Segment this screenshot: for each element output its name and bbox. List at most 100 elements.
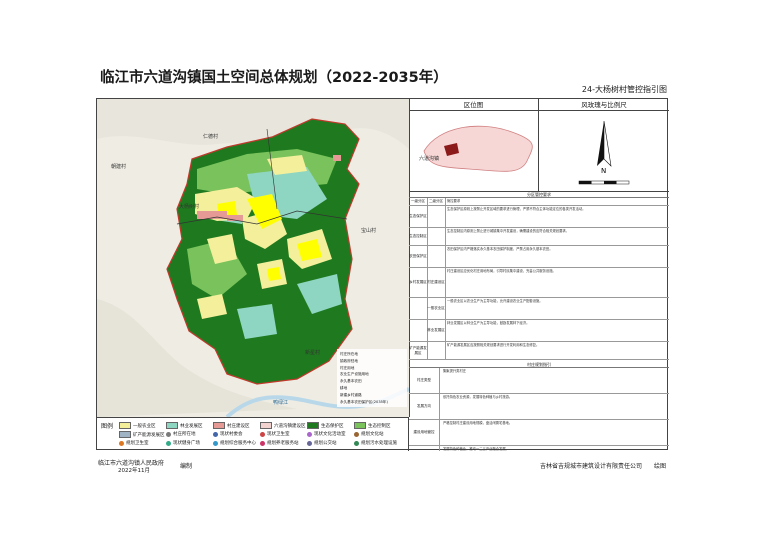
legend-swatch xyxy=(119,422,131,429)
legend-item: 规划综合服务中心 xyxy=(213,440,256,446)
legend-label: 规划养老服务站 xyxy=(267,441,299,446)
inset-legend: 村庄所在地 镇政府驻地 村庄用地 农业生产设施用地 永久基本农田 耕地 新建乡村… xyxy=(340,351,406,405)
legend-item: 现状文化活动室 xyxy=(307,431,346,437)
table-cell-text: 村庄建设区应优化村庄用地布局，引导村民集中建设，完善公共服务设施。 xyxy=(447,269,556,273)
table-cell-item: 产业发展 xyxy=(409,446,440,451)
main-map[interactable]: 仁德村 朝建村 大杨树村 宝山村 新星村 鸭绿江 村庄所在地 镇政府驻地 村庄用… xyxy=(97,99,410,417)
legend-swatch xyxy=(307,422,319,429)
legend-swatch xyxy=(213,431,218,437)
label-xinqiao: 新星村 xyxy=(305,350,321,356)
table-row: 生态保护区 生态保护区原则上按禁止开发区域的要求进行管理，严禁不符合主体功能定位的… xyxy=(409,206,669,228)
page-title: 临江市六道沟镇国土空间总体规划（2022-2035年） xyxy=(100,70,448,86)
label-dongjian: 朝建村 xyxy=(111,164,127,170)
legend-label: 现状卫生室 xyxy=(267,432,290,437)
table-cell-zone: 农田保护区 xyxy=(409,246,428,267)
inset-legend-item: 农业生产设施用地 xyxy=(340,372,369,377)
location-town-label: 六道沟镇 xyxy=(419,156,440,162)
table-cell-text: 发展特色种植业，推动一二三产业融合发展。 xyxy=(443,447,509,451)
table-cell-subzone: 二级分区 xyxy=(427,198,446,205)
legend-swatch xyxy=(354,431,359,437)
legend-item: 村庄建设区 xyxy=(213,422,250,429)
inset-legend-item: 永久基本农田保护区(2035年) xyxy=(340,399,388,404)
legend-swatch xyxy=(119,440,124,446)
legend-label: 规划文化站 xyxy=(361,432,384,437)
table-row: 村庄类型 集聚提升类村庄 xyxy=(409,368,669,394)
table-cell-subzone xyxy=(427,206,446,227)
table-cell-text: 依托特色农业资源，发展特色种植与乡村旅游。 xyxy=(443,395,513,399)
legend-label: 规划污水处理设施 xyxy=(361,441,397,446)
footer-draw: 绘图 xyxy=(654,463,667,470)
table-cell-text: 管控要求 xyxy=(447,199,461,203)
map-frame: 仁德村 朝建村 大杨树村 宝山村 新星村 鸭绿江 村庄所在地 镇政府驻地 村庄用… xyxy=(96,98,669,451)
table-row: 建设用地管控 严格控制村庄建设用地规模，盘活闲置宅基地。 xyxy=(409,420,669,446)
legend-label: 六道沟镇建设区 xyxy=(274,423,306,429)
table-row: 产业发展发展特色种植业，推动一二三产业融合发展。 xyxy=(409,446,669,451)
inset-legend-item: 村庄所在地 xyxy=(340,352,358,356)
table-cell-subzone: 村庄建设区 xyxy=(427,268,446,297)
legend-label: 村庄所在地 xyxy=(173,432,196,437)
table-row: 矿产能源发展区 矿产能源发展区应按照相关规划要求进行开发利用和生态修复。 xyxy=(409,342,669,360)
sheet-title: 24-大杨树村管控指引图 xyxy=(581,85,667,94)
legend-swatch xyxy=(307,431,312,437)
legend-item: 一般农业区 xyxy=(119,422,156,429)
table-cell-subzone xyxy=(427,228,446,245)
legend-label: 现状健身广场 xyxy=(173,441,200,446)
legend-swatch xyxy=(119,431,131,438)
location-map-title: 区位图 xyxy=(409,99,539,111)
footer-date: 2022年11月 xyxy=(118,468,150,474)
legend-swatch xyxy=(307,440,312,446)
legend-title: 图例 xyxy=(101,423,114,430)
inset-legend-item: 永久基本农田 xyxy=(340,379,362,384)
legend-swatch xyxy=(166,431,171,437)
legend-swatch xyxy=(260,440,265,446)
wind-rose: N xyxy=(539,111,669,191)
inset-legend-item: 镇政府驻地 xyxy=(340,358,358,363)
legend-label: 一般农业区 xyxy=(133,423,156,429)
table-cell-text: 林业发展区以林业生产为主导功能，鼓励发展林下经济。 xyxy=(447,321,530,325)
location-map-graphic xyxy=(423,125,533,172)
legend-label: 生态保护区 xyxy=(321,423,344,429)
table-cell-item: 建设用地管控 xyxy=(409,420,440,445)
label-dayangshu: 大杨树村 xyxy=(179,204,200,210)
footer-compile: 编制 xyxy=(180,463,193,470)
label-renhe: 仁德村 xyxy=(203,134,219,140)
legend-label: 林业发展区 xyxy=(180,423,203,429)
table-row: 生态控制区 生态控制区内原则上禁止进行城镇集中开发建设，确需建设的应符合相关规划要… xyxy=(409,228,669,246)
legend-label: 规划公交站 xyxy=(314,441,337,446)
legend-label: 规划综合服务中心 xyxy=(220,441,256,446)
table-cell-zone xyxy=(409,320,428,341)
table-cell-subzone: 林业发展区 xyxy=(427,320,446,341)
table-cell-item: 发展方向 xyxy=(409,394,440,419)
legend-swatch xyxy=(354,440,359,446)
table-cell-zone: 一级分区 xyxy=(409,198,428,205)
table-cell-zone: 乡村发展区 xyxy=(409,268,428,297)
legend-label: 村庄建设区 xyxy=(227,423,250,429)
legend-item: 现状卫生室 xyxy=(260,431,290,437)
table-cell-text: 一般农业区以农业生产为主导功能，允许建设农业生产配套设施。 xyxy=(447,299,543,303)
svg-text:N: N xyxy=(601,167,606,175)
table-cell-zone: 生态控制区 xyxy=(409,228,428,245)
legend-label: 生态控制区 xyxy=(368,423,391,429)
table-cell-zone: 生态保护区 xyxy=(409,206,428,227)
legend-item: 现状健身广场 xyxy=(166,440,200,446)
legend-swatch xyxy=(213,422,225,429)
table-cell-subzone: 一般农业区 xyxy=(427,298,446,319)
table-cell-text: 集聚提升类村庄 xyxy=(443,369,467,373)
legend-item: 现状村委会 xyxy=(213,431,243,437)
legend-label: 规划卫生室 xyxy=(126,441,149,446)
table-cell-item: 村庄类型 xyxy=(409,368,440,393)
legend-item: 规划污水处理设施 xyxy=(354,440,397,446)
table-row: 发展方向 依托特色农业资源，发展特色种植与乡村旅游。 xyxy=(409,394,669,420)
location-map: 六道沟镇 xyxy=(409,111,539,191)
control-table: 分区管控要求 一级分区 二级分区 管控要求 生态保护区 生态保护区原则上按禁止开发区域的… xyxy=(409,191,669,451)
legend-item: 规划卫生室 xyxy=(119,440,149,446)
legend-swatch xyxy=(354,422,366,429)
table-cell-text: 生态控制区内原则上禁止进行城镇集中开发建设，确需建设的应符合相关规划要求。 xyxy=(447,229,569,233)
table-cell-subzone xyxy=(427,246,446,267)
legend-swatch xyxy=(213,440,218,446)
inset-legend-item: 耕地 xyxy=(340,385,348,390)
table-cell-subzone xyxy=(427,342,446,359)
label-yalujiang: 鸭绿江 xyxy=(273,400,289,406)
table-row: 农田保护区 农田保护区内严格落实永久基本农田保护制度，严禁占用永久基本农田。 xyxy=(409,246,669,268)
footer-drafter: 吉林省吉规城市建筑设计有限责任公司 xyxy=(540,463,643,470)
